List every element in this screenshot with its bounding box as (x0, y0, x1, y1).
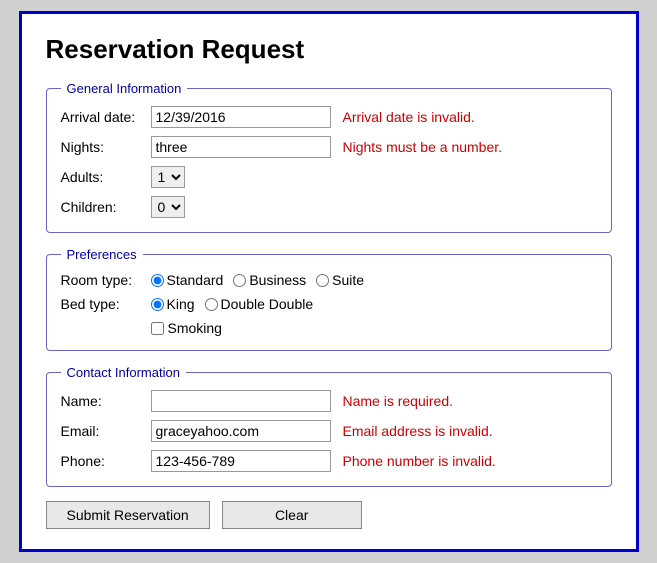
reservation-form: Reservation Request General Information … (19, 11, 639, 552)
smoking-item: Smoking (151, 320, 222, 336)
nights-error: Nights must be a number. (343, 139, 503, 155)
bed-double-radio[interactable] (205, 298, 218, 311)
name-row: Name: Name is required. (61, 390, 597, 412)
adults-label: Adults: (61, 169, 151, 185)
room-type-row: Room type: Standard Business Suite (61, 272, 597, 288)
children-select[interactable]: 0 1 2 3 (151, 196, 185, 218)
general-information-section: General Information Arrival date: Arriva… (46, 81, 612, 233)
contact-information-section: Contact Information Name: Name is requir… (46, 365, 612, 487)
children-label: Children: (61, 199, 151, 215)
phone-label: Phone: (61, 453, 151, 469)
smoking-row: Smoking (151, 320, 597, 336)
bed-type-row: Bed type: King Double Double (61, 296, 597, 312)
preferences-section: Preferences Room type: Standard Business… (46, 247, 612, 351)
adults-select[interactable]: 1 2 3 4 (151, 166, 185, 188)
bed-double-label: Double Double (221, 296, 314, 312)
room-suite-radio[interactable] (316, 274, 329, 287)
phone-error: Phone number is invalid. (343, 453, 496, 469)
page-title: Reservation Request (46, 34, 612, 65)
phone-input[interactable] (151, 450, 331, 472)
nights-label: Nights: (61, 139, 151, 155)
children-row: Children: 0 1 2 3 (61, 196, 597, 218)
arrival-error: Arrival date is invalid. (343, 109, 475, 125)
adults-row: Adults: 1 2 3 4 (61, 166, 597, 188)
email-row: Email: Email address is invalid. (61, 420, 597, 442)
email-error: Email address is invalid. (343, 423, 493, 439)
nights-input[interactable] (151, 136, 331, 158)
contact-legend: Contact Information (61, 365, 186, 380)
room-standard-label: Standard (167, 272, 224, 288)
room-suite-label: Suite (332, 272, 364, 288)
arrival-label: Arrival date: (61, 109, 151, 125)
smoking-label: Smoking (168, 320, 222, 336)
room-standard-item: Standard (151, 272, 224, 288)
smoking-checkbox[interactable] (151, 322, 164, 335)
room-standard-radio[interactable] (151, 274, 164, 287)
submit-button[interactable]: Submit Reservation (46, 501, 210, 529)
email-input[interactable] (151, 420, 331, 442)
preferences-legend: Preferences (61, 247, 143, 262)
room-type-group: Standard Business Suite (151, 272, 365, 288)
room-business-label: Business (249, 272, 306, 288)
general-legend: General Information (61, 81, 188, 96)
phone-row: Phone: Phone number is invalid. (61, 450, 597, 472)
bed-double-item: Double Double (205, 296, 314, 312)
room-type-label: Room type: (61, 272, 151, 288)
clear-button[interactable]: Clear (222, 501, 362, 529)
room-business-radio[interactable] (233, 274, 246, 287)
buttons-row: Submit Reservation Clear (46, 501, 612, 529)
bed-type-group: King Double Double (151, 296, 314, 312)
bed-king-item: King (151, 296, 195, 312)
email-label: Email: (61, 423, 151, 439)
room-suite-item: Suite (316, 272, 364, 288)
name-label: Name: (61, 393, 151, 409)
room-business-item: Business (233, 272, 306, 288)
name-error: Name is required. (343, 393, 454, 409)
bed-type-label: Bed type: (61, 296, 151, 312)
arrival-input[interactable] (151, 106, 331, 128)
name-input[interactable] (151, 390, 331, 412)
bed-king-label: King (167, 296, 195, 312)
arrival-row: Arrival date: Arrival date is invalid. (61, 106, 597, 128)
nights-row: Nights: Nights must be a number. (61, 136, 597, 158)
bed-king-radio[interactable] (151, 298, 164, 311)
